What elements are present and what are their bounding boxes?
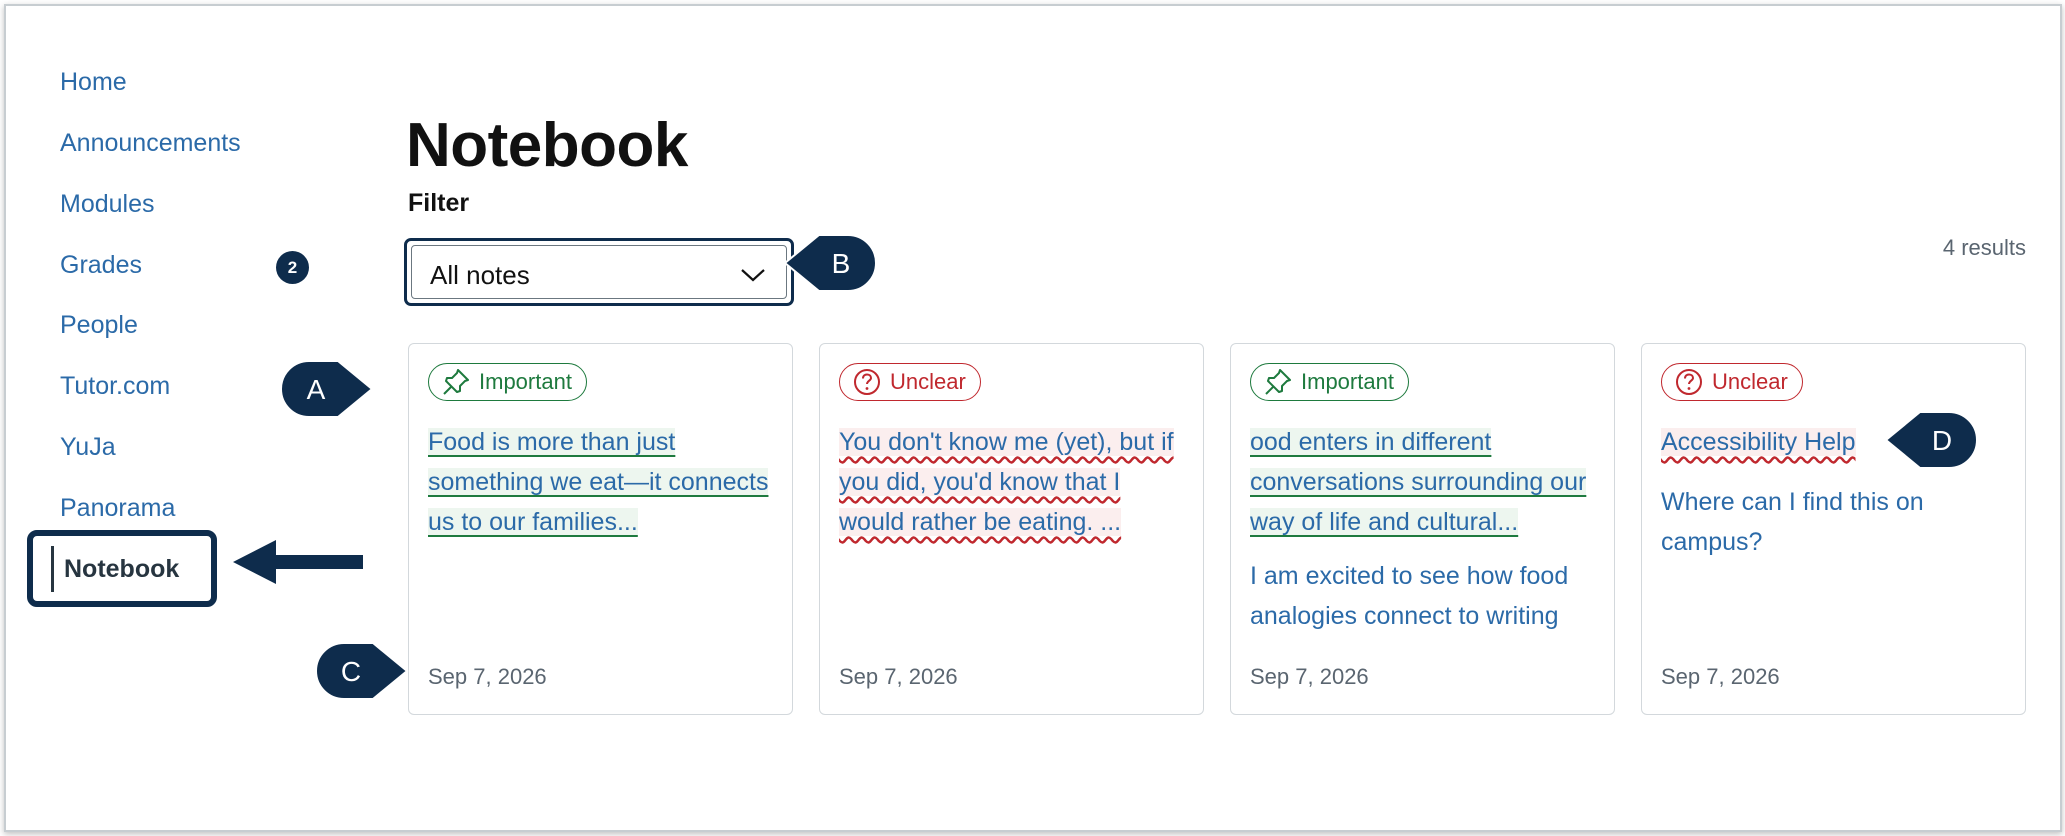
note-title-text: ood enters in different conversations su…: [1250, 428, 1587, 536]
callout-d-label: D: [1932, 425, 1952, 456]
nav-panorama[interactable]: Panorama: [60, 492, 175, 524]
pin-icon: [443, 369, 469, 395]
filter-label: Filter: [408, 189, 470, 217]
note-card[interactable]: Unclear You don't know me (yet), but if …: [819, 343, 1204, 715]
filter-selected-value: All notes: [430, 260, 530, 290]
chevron-down-icon: [741, 269, 765, 282]
note-title-text: You don't know me (yet), but if you did,…: [839, 428, 1174, 536]
note-date: Sep 7, 2026: [428, 664, 547, 689]
tag-label: Important: [479, 369, 572, 394]
page-title: Notebook: [406, 110, 688, 180]
important-tag: Important: [428, 363, 587, 401]
note-title-link[interactable]: ood enters in different conversations su…: [1250, 422, 1595, 542]
note-title-text: Accessibility Help: [1661, 428, 1856, 456]
nav-people[interactable]: People: [60, 309, 138, 341]
tag-label: Unclear: [1712, 369, 1788, 394]
note-body: Where can I find this on campus?: [1661, 488, 1924, 556]
callout-a: A: [280, 360, 374, 418]
note-date: Sep 7, 2026: [839, 664, 958, 689]
note-title-link[interactable]: Food is more than just something we eat—…: [428, 422, 773, 542]
nav-notebook-highlight-box[interactable]: Notebook: [27, 530, 217, 607]
note-card[interactable]: Important Food is more than just somethi…: [408, 343, 793, 715]
tag-label: Unclear: [890, 369, 966, 394]
callout-b-label: B: [832, 248, 851, 279]
results-count: 4 results: [1942, 235, 2026, 260]
callout-d: D: [1884, 411, 1978, 469]
nav-notebook[interactable]: Notebook: [51, 546, 179, 592]
nav-yuja[interactable]: YuJa: [60, 431, 116, 463]
question-circle-icon: [854, 369, 880, 395]
grades-count-badge: 2: [276, 251, 309, 284]
note-title-text: Food is more than just something we eat—…: [428, 428, 769, 536]
nav-home[interactable]: Home: [60, 66, 127, 98]
pin-icon: [1265, 369, 1291, 395]
filter-select[interactable]: All notes: [404, 238, 794, 306]
note-card[interactable]: Important ood enters in different conver…: [1230, 343, 1615, 715]
nav-announcements[interactable]: Announcements: [60, 127, 241, 159]
note-date: Sep 7, 2026: [1661, 664, 1780, 689]
nav-modules[interactable]: Modules: [60, 188, 155, 220]
nav-tutor[interactable]: Tutor.com: [60, 370, 170, 402]
callout-a-label: A: [307, 374, 326, 405]
note-date: Sep 7, 2026: [1250, 664, 1369, 689]
question-circle-icon: [1676, 369, 1702, 395]
screenshot-frame: Home Announcements Modules Grades 2 Peop…: [4, 4, 2062, 832]
callout-c: C: [315, 642, 409, 700]
unclear-tag: Unclear: [1661, 363, 1803, 401]
note-title-link[interactable]: You don't know me (yet), but if you did,…: [839, 422, 1184, 542]
arrow-left-icon: [233, 540, 363, 584]
filter-select-field: All notes: [411, 245, 787, 299]
important-tag: Important: [1250, 363, 1409, 401]
callout-c-label: C: [341, 656, 361, 687]
nav-grades[interactable]: Grades: [60, 249, 142, 281]
callout-b: B: [783, 234, 877, 292]
note-card[interactable]: Unclear Accessibility Help Where can I f…: [1641, 343, 2026, 715]
unclear-tag: Unclear: [839, 363, 981, 401]
note-body: I am excited to see how food analogies c…: [1250, 562, 1569, 630]
tag-label: Important: [1301, 369, 1394, 394]
